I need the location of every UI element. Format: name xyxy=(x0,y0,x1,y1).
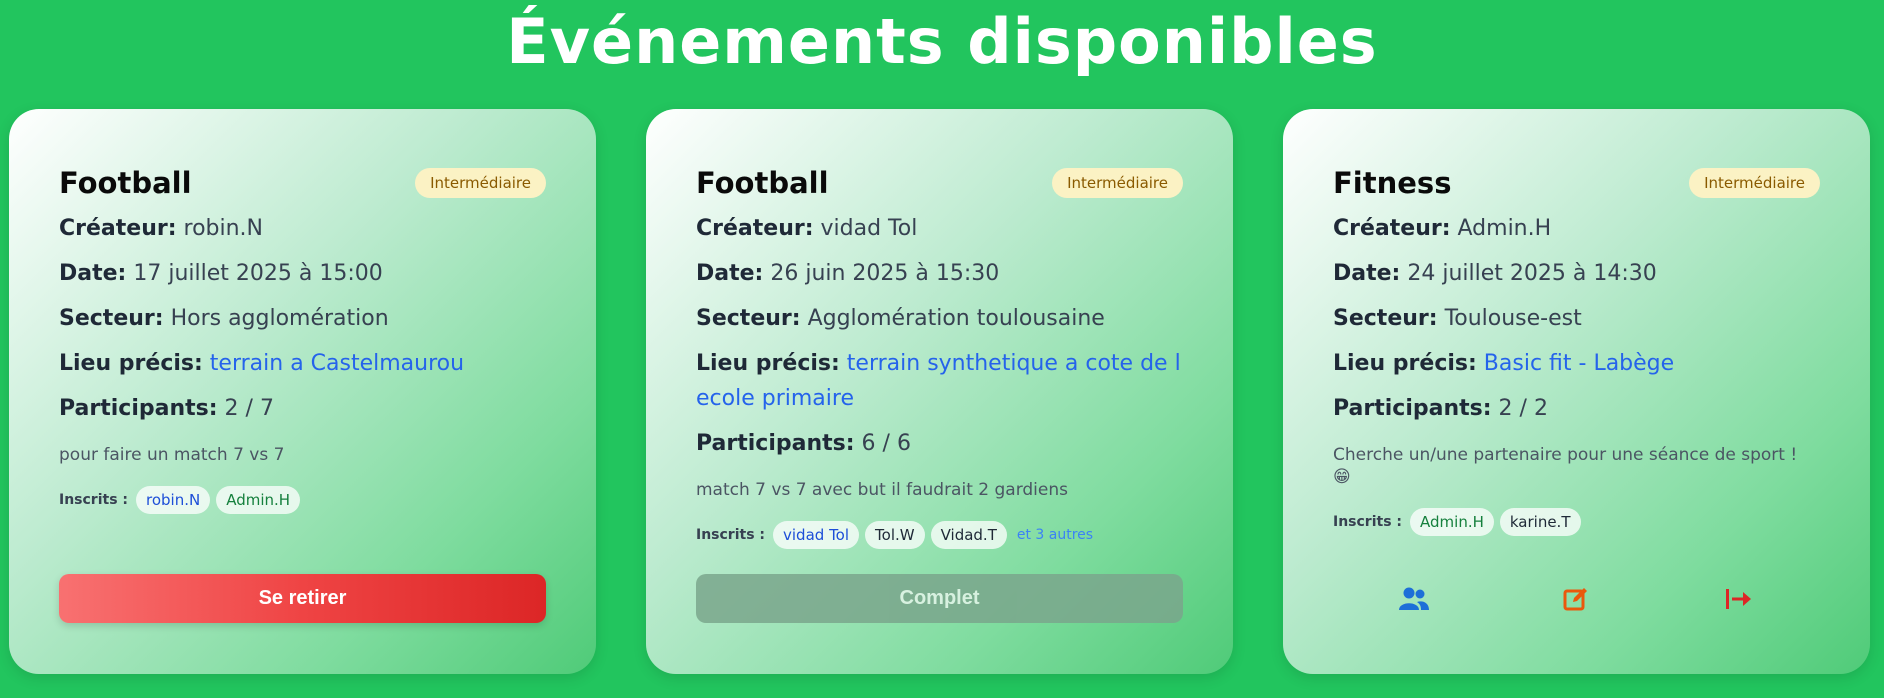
registered-label: Inscrits : xyxy=(59,492,129,508)
registered-chip[interactable]: robin.N xyxy=(136,486,211,514)
event-description: pour faire un match 7 vs 7 xyxy=(59,445,285,465)
registered-chip[interactable]: vidad Tol xyxy=(773,521,860,549)
date-line: Date: 24 juillet 2025 à 14:30 xyxy=(1333,256,1820,291)
place-line: Lieu précis: Basic fit - Labège xyxy=(1333,346,1820,381)
creator-line: Créateur: vidad Tol xyxy=(696,211,1183,246)
level-badge: Intermédiaire xyxy=(415,168,546,198)
participants-value: 2 / 7 xyxy=(224,396,274,421)
event-description: match 7 vs 7 avec but il faudrait 2 gard… xyxy=(696,480,1068,500)
card-header: Football Intermédiaire xyxy=(696,161,1183,205)
creator-label: Créateur: xyxy=(1333,216,1451,241)
registered-label: Inscrits : xyxy=(696,527,766,543)
card-title: Football xyxy=(696,166,829,200)
event-card-fitness: Fitness Intermédiaire Créateur: Admin.H … xyxy=(1283,109,1870,674)
event-description: Cherche un/une partenaire pour une séanc… xyxy=(1333,445,1798,487)
creator-line: Créateur: Admin.H xyxy=(1333,211,1820,246)
sector-label: Secteur: xyxy=(59,306,164,331)
registered-chip[interactable]: Admin.H xyxy=(216,486,301,514)
date-line: Date: 26 juin 2025 à 15:30 xyxy=(696,256,1183,291)
registered-list: Inscrits : vidad Tol Tol.W Vidad.T et 3 … xyxy=(696,519,1183,551)
event-card-football-1: Football Intermédiaire Créateur: robin.N… xyxy=(9,109,596,674)
registered-chip[interactable]: karine.T xyxy=(1499,508,1581,536)
date-value: 26 juin 2025 à 15:30 xyxy=(770,261,1000,286)
registered-chip[interactable]: Admin.H xyxy=(1410,508,1494,536)
place-label: Lieu précis: xyxy=(1333,351,1477,376)
date-value: 17 juillet 2025 à 15:00 xyxy=(133,261,383,286)
creator-line: Créateur: robin.N xyxy=(59,211,546,246)
participants-label: Participants: xyxy=(696,431,855,456)
date-label: Date: xyxy=(1333,261,1401,286)
withdraw-button[interactable]: Se retirer xyxy=(59,574,546,623)
creator-value: robin.N xyxy=(183,216,264,241)
sector-value: Toulouse-est xyxy=(1444,306,1582,331)
creator-value: Admin.H xyxy=(1457,216,1552,241)
page-title: Événements disponibles xyxy=(506,5,1378,78)
place-line: Lieu précis: terrain a Castelmaurou xyxy=(59,346,546,381)
registered-list: Inscrits : Admin.H karine.T xyxy=(1333,506,1820,538)
level-badge: Intermédiaire xyxy=(1052,168,1183,198)
level-badge: Intermédiaire xyxy=(1689,168,1820,198)
place-link[interactable]: terrain a Castelmaurou xyxy=(210,351,464,376)
sector-label: Secteur: xyxy=(1333,306,1438,331)
participants-line: Participants: 6 / 6 xyxy=(696,426,1183,461)
participants-line: Participants: 2 / 2 xyxy=(1333,391,1820,426)
card-actions xyxy=(1333,574,1820,623)
participants-value: 6 / 6 xyxy=(861,431,911,456)
card-header: Football Intermédiaire xyxy=(59,161,546,205)
participants-icon[interactable] xyxy=(1394,579,1434,619)
card-header: Fitness Intermédiaire xyxy=(1333,161,1820,205)
registered-chip[interactable]: Vidad.T xyxy=(930,521,1007,549)
sector-value: Hors agglomération xyxy=(170,306,389,331)
event-card-football-2: Football Intermédiaire Créateur: vidad T… xyxy=(646,109,1233,674)
sector-line: Secteur: Agglomération toulousaine xyxy=(696,301,1183,336)
registered-list: Inscrits : robin.N Admin.H xyxy=(59,484,546,516)
registered-label: Inscrits : xyxy=(1333,514,1403,530)
sector-line: Secteur: Hors agglomération xyxy=(59,301,546,336)
card-title: Fitness xyxy=(1333,166,1452,200)
date-label: Date: xyxy=(59,261,127,286)
participants-line: Participants: 2 / 7 xyxy=(59,391,546,426)
place-label: Lieu précis: xyxy=(59,351,203,376)
place-link[interactable]: Basic fit - Labège xyxy=(1484,351,1674,376)
participants-label: Participants: xyxy=(1333,396,1492,421)
leave-icon[interactable] xyxy=(1719,579,1759,619)
participants-label: Participants: xyxy=(59,396,218,421)
creator-value: vidad Tol xyxy=(820,216,918,241)
date-label: Date: xyxy=(696,261,764,286)
sector-label: Secteur: xyxy=(696,306,801,331)
creator-label: Créateur: xyxy=(59,216,177,241)
creator-label: Créateur: xyxy=(696,216,814,241)
date-value: 24 juillet 2025 à 14:30 xyxy=(1407,261,1657,286)
participants-value: 2 / 2 xyxy=(1498,396,1548,421)
sector-value: Agglomération toulousaine xyxy=(807,306,1105,331)
card-title: Football xyxy=(59,166,192,200)
more-registered-link[interactable]: et 3 autres xyxy=(1017,527,1093,543)
registered-chip[interactable]: Tol.W xyxy=(865,521,925,549)
sector-line: Secteur: Toulouse-est xyxy=(1333,301,1820,336)
full-button[interactable]: Complet xyxy=(696,574,1183,623)
edit-icon[interactable] xyxy=(1556,579,1596,619)
place-line: Lieu précis: terrain synthetique a cote … xyxy=(696,346,1183,416)
place-label: Lieu précis: xyxy=(696,351,840,376)
date-line: Date: 17 juillet 2025 à 15:00 xyxy=(59,256,546,291)
